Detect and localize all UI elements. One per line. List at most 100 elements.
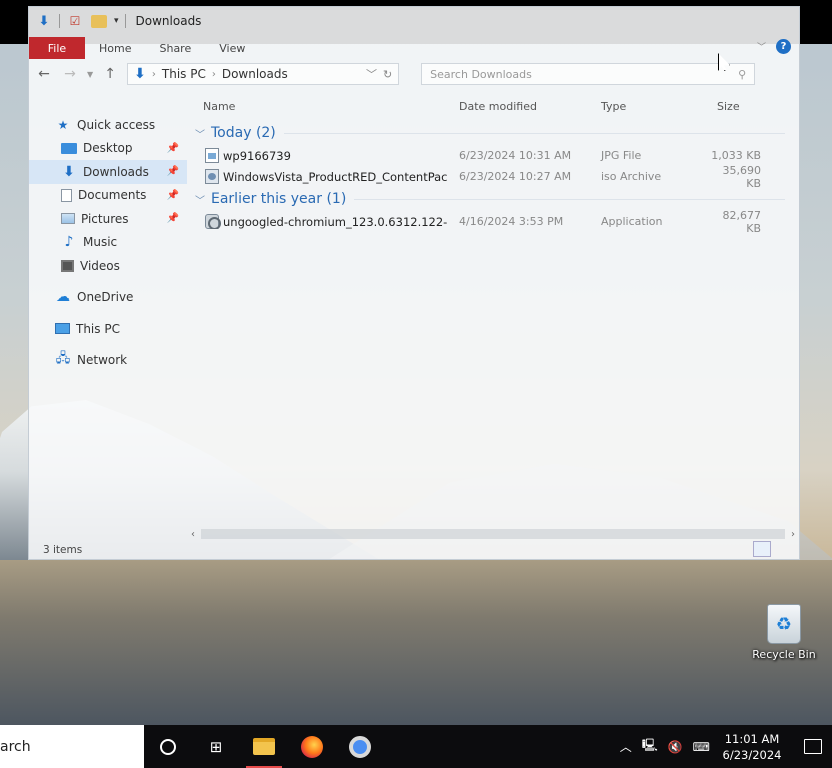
column-header-row: Name Date modified Type Size xyxy=(191,91,799,121)
pin-icon: 📌 xyxy=(166,189,179,201)
expand-ribbon-chevron-icon[interactable]: ﹀ xyxy=(757,40,766,53)
scroll-left-arrow-icon[interactable]: ‹ xyxy=(191,529,195,540)
refresh-icon[interactable]: ↻ xyxy=(383,68,392,81)
sidebar-item-label: Desktop xyxy=(83,141,133,156)
back-arrow-icon[interactable]: ← xyxy=(35,66,53,82)
help-icon[interactable]: ? xyxy=(776,39,791,54)
firefox-taskbar-button[interactable] xyxy=(288,725,336,768)
document-icon xyxy=(61,188,72,202)
new-folder-quick-button[interactable] xyxy=(90,12,108,30)
tab-file[interactable]: File xyxy=(29,37,85,59)
forward-arrow-icon[interactable]: → xyxy=(61,66,79,82)
customize-quick-access-caret-icon[interactable]: ▾ xyxy=(114,16,119,26)
column-header-size[interactable]: Size xyxy=(705,100,775,113)
title-separator xyxy=(124,14,126,28)
file-size: 82,677 KB xyxy=(722,208,762,235)
breadcrumb-separator-icon[interactable]: › xyxy=(212,69,216,80)
file-size: 1,033 KB xyxy=(711,149,761,162)
column-header-name[interactable]: Name xyxy=(191,100,447,113)
sidebar-item-quick-access[interactable]: ★ Quick access xyxy=(29,113,187,137)
sidebar-item-label: Quick access xyxy=(77,117,156,132)
up-arrow-icon[interactable]: ↑ xyxy=(101,66,119,82)
wallpaper-sea xyxy=(0,560,832,725)
sidebar-item-label: This PC xyxy=(76,321,120,336)
sidebar-item-videos[interactable]: Videos xyxy=(29,254,187,278)
cloud-icon: ☁ xyxy=(56,289,70,306)
explorer-window: ⬇ ☑ ▾ Downloads File Home Share View ﹀ ?… xyxy=(28,6,800,560)
desktop-icon xyxy=(61,142,77,154)
cortana-button[interactable] xyxy=(144,725,192,768)
task-view-button[interactable]: ⊞ xyxy=(192,725,240,768)
content-area: ★ Quick access Desktop 📌 ⬇ Downloads 📌 D… xyxy=(29,91,799,535)
clock[interactable]: 11:01 AM 6/23/2024 xyxy=(720,731,784,763)
sidebar-item-downloads[interactable]: ⬇ Downloads 📌 xyxy=(29,160,187,184)
clock-time: 11:01 AM xyxy=(724,731,780,746)
column-header-date-modified[interactable]: Date modified xyxy=(447,100,589,113)
pin-icon: 📌 xyxy=(166,213,179,225)
window-title: Downloads xyxy=(135,14,202,28)
computer-icon xyxy=(55,323,70,335)
breadcrumb-this-pc[interactable]: This PC xyxy=(162,67,206,81)
sidebar-item-pictures[interactable]: Pictures 📌 xyxy=(29,207,187,231)
tab-view[interactable]: View xyxy=(205,37,259,59)
file-date: 6/23/2024 10:27 AM xyxy=(459,170,572,183)
recycle-bin-label: Recycle Bin xyxy=(752,648,816,661)
sidebar-item-label: OneDrive xyxy=(77,290,134,305)
video-icon xyxy=(61,259,74,272)
sidebar-item-network[interactable]: 🖧 Network xyxy=(29,349,187,373)
collapse-chevron-icon[interactable]: ﹀ xyxy=(195,192,205,207)
volume-muted-icon[interactable]: 🔇 xyxy=(668,740,683,754)
file-explorer-taskbar-button[interactable] xyxy=(240,725,288,768)
large-icons-view-icon[interactable] xyxy=(773,541,791,557)
breadcrumb-downloads[interactable]: Downloads xyxy=(222,67,288,81)
scroll-right-arrow-icon[interactable]: › xyxy=(791,529,795,540)
file-row[interactable]: ungoogled-chromium_123.0.6312.122-1.... … xyxy=(191,208,799,235)
collapse-chevron-icon[interactable]: ﹀ xyxy=(195,126,205,141)
sidebar-item-music[interactable]: ♪ Music xyxy=(29,231,187,255)
search-icon: ⚲ xyxy=(738,67,747,81)
firefox-icon xyxy=(301,735,323,758)
file-row[interactable]: WindowsVista_ProductRED_ContentPack... 6… xyxy=(191,163,799,190)
file-name: ungoogled-chromium_123.0.6312.122-1.... xyxy=(223,214,447,229)
show-hidden-icons-chevron-icon[interactable]: ︿ xyxy=(620,738,632,755)
file-size: 35,690 KB xyxy=(722,163,762,190)
scrollbar-track[interactable] xyxy=(201,529,785,539)
group-divider xyxy=(354,198,785,200)
iso-archive-icon xyxy=(205,169,219,184)
pictures-icon xyxy=(61,213,75,225)
column-header-type[interactable]: Type xyxy=(589,100,705,113)
tab-home[interactable]: Home xyxy=(85,37,145,59)
recycle-bin[interactable]: ♻ Recycle Bin xyxy=(752,604,816,661)
search-input[interactable]: Search Downloads ⚲ xyxy=(421,63,756,85)
jpg-file-icon xyxy=(205,148,219,163)
taskbar: arch ⊞ ︿ 🖳 🔇 ⌨ 11:01 AM 6/23/2024 xyxy=(0,725,832,768)
address-bar[interactable]: ⬇ › This PC › Downloads ﹀ ↻ xyxy=(127,63,400,85)
cortana-circle-icon xyxy=(160,738,176,755)
group-label: Earlier this year (1) xyxy=(211,191,347,207)
taskbar-search-box[interactable]: arch xyxy=(0,725,144,768)
sidebar-item-desktop[interactable]: Desktop 📌 xyxy=(29,137,187,161)
details-view-icon[interactable] xyxy=(753,541,771,557)
search-placeholder: Search Downloads xyxy=(430,67,532,81)
sidebar-item-label: Network xyxy=(77,353,128,368)
taskbar-search-text: arch xyxy=(0,738,31,755)
sidebar-item-label: Videos xyxy=(80,258,120,273)
tab-share[interactable]: Share xyxy=(145,37,205,59)
group-header-today[interactable]: ﹀ Today (2) xyxy=(191,121,799,145)
recent-locations-caret-icon[interactable]: ▼ xyxy=(87,70,93,79)
keyboard-icon[interactable]: ⌨ xyxy=(693,740,710,754)
group-header-earlier-this-year[interactable]: ﹀ Earlier this year (1) xyxy=(191,187,799,211)
breadcrumb-separator-icon[interactable]: › xyxy=(152,69,156,80)
horizontal-scrollbar[interactable]: ‹ › xyxy=(187,527,799,541)
address-dropdown-chevron-icon[interactable]: ﹀ xyxy=(366,66,377,82)
file-name: wp9166739 xyxy=(223,148,291,163)
properties-check-icon[interactable]: ☑ xyxy=(66,12,84,30)
sidebar-item-onedrive[interactable]: ☁ OneDrive xyxy=(29,286,187,310)
sidebar-item-documents[interactable]: Documents 📌 xyxy=(29,184,187,208)
recycle-bin-icon: ♻ xyxy=(767,604,801,644)
sidebar-item-this-pc[interactable]: This PC xyxy=(29,317,187,341)
chromium-taskbar-button[interactable] xyxy=(336,725,384,768)
network-monitor-icon[interactable]: 🖳 xyxy=(642,736,658,757)
file-explorer-icon xyxy=(253,738,275,755)
action-center-icon[interactable] xyxy=(804,739,822,754)
